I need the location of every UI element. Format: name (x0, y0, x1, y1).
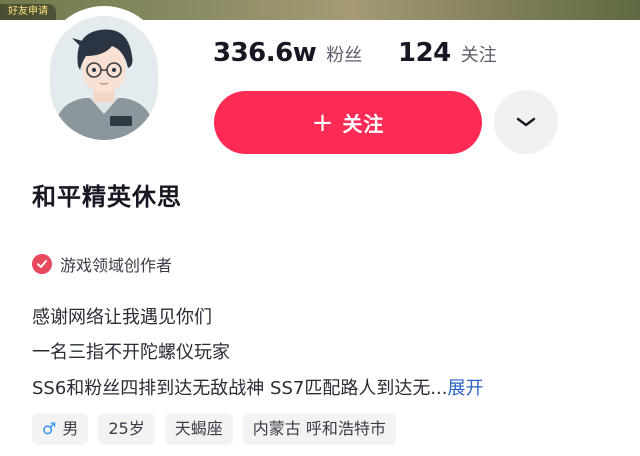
zodiac-tag: 天蝎座 (164, 413, 233, 445)
follow-button[interactable]: + 关注 (214, 91, 482, 154)
following-count: 124 (398, 38, 451, 68)
followers-stat[interactable]: 336.6w 粉丝 (213, 38, 362, 68)
bio-line-3-text: SS6和粉丝四排到达无敌战神 SS7匹配路人到达无... (32, 378, 448, 399)
following-label: 关注 (460, 45, 497, 66)
location-label: 内蒙古 呼和浩特市 (252, 419, 386, 438)
expand-bio-link[interactable]: 展开 (448, 378, 484, 399)
followers-label: 粉丝 (326, 45, 363, 66)
avatar[interactable] (50, 16, 158, 140)
avatar-illustration (50, 16, 158, 140)
bio-line-1: 感谢网络让我遇见你们 (32, 307, 212, 328)
chevron-down-icon (516, 117, 536, 127)
gender-label: 男 (62, 419, 79, 438)
followers-count: 336.6w (213, 38, 317, 68)
age-label: 25岁 (108, 419, 145, 438)
more-options-button[interactable] (494, 90, 558, 154)
friend-request-badge[interactable]: 好友申请 (0, 4, 56, 20)
profile-tags: ♂ 男 25岁 天蝎座 内蒙古 呼和浩特市 (32, 413, 406, 445)
plus-icon: + (311, 107, 335, 138)
bio-line-2: 一名三指不开陀螺仪玩家 (32, 342, 230, 363)
following-stat[interactable]: 124 关注 (398, 38, 497, 68)
follow-button-label: 关注 (342, 112, 385, 136)
bio-line-3: SS6和粉丝四排到达无敌战神 SS7匹配路人到达无...展开 (32, 374, 484, 400)
age-tag: 25岁 (98, 413, 155, 445)
gender-tag: ♂ 男 (32, 413, 89, 445)
zodiac-label: 天蝎座 (174, 419, 223, 438)
verified-check-icon (32, 254, 52, 274)
male-icon: ♂ (42, 419, 57, 438)
verification-text: 游戏领域创作者 (60, 256, 173, 275)
profile-name: 和平精英休思 (32, 183, 182, 211)
location-tag: 内蒙古 呼和浩特市 (242, 413, 396, 445)
creator-verification[interactable]: 游戏领域创作者 (32, 252, 172, 276)
